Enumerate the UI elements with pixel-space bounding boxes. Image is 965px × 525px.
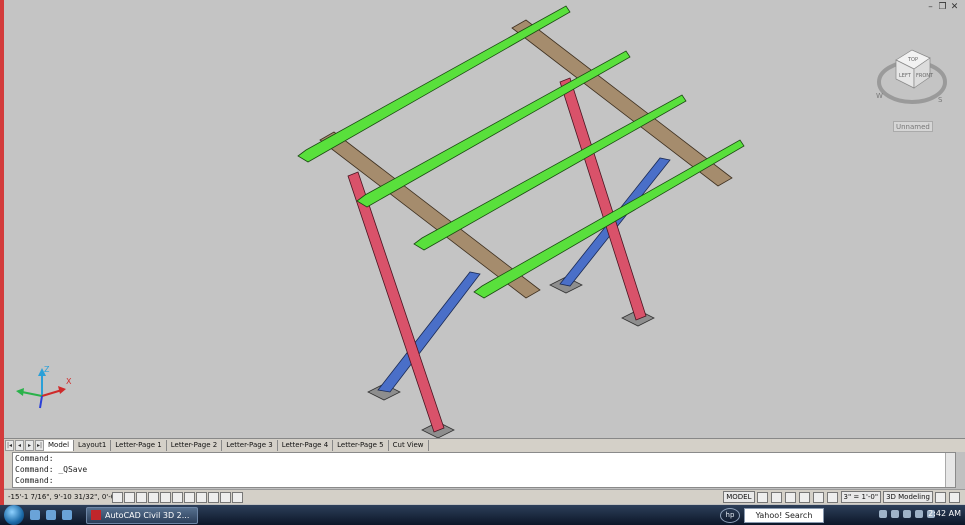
ucs-icon: Z X	[16, 366, 72, 409]
drawing-viewport[interactable]: – ❐ ✕	[4, 0, 965, 438]
hp-logo-icon: hp	[720, 508, 740, 523]
named-view-dropdown[interactable]: Unnamed	[893, 121, 933, 132]
viewcube-front-label: FRONT	[916, 73, 934, 79]
quick-view-drawings-icon[interactable]	[770, 491, 782, 503]
last-tab-icon[interactable]: ▸|	[35, 440, 44, 451]
tray-icon[interactable]	[903, 510, 911, 518]
snap-toggle-icon[interactable]	[112, 491, 123, 503]
tab-cut-view[interactable]: Cut View	[389, 440, 429, 451]
ucs-z-label: Z	[44, 366, 50, 374]
showmotion-icon[interactable]	[826, 491, 838, 503]
status-bar: -15'-1 7/16", 9'-10 31/32", 0'-0" MODEL …	[4, 489, 965, 504]
tray-icon[interactable]	[891, 510, 899, 518]
switch-windows-icon[interactable]	[46, 510, 56, 520]
lineweight-toggle-icon[interactable]	[220, 491, 231, 503]
command-window-grip[interactable]	[4, 452, 12, 488]
viewport-window-controls: – ❐ ✕	[926, 3, 959, 12]
tab-letter-page-2[interactable]: Letter-Page 2	[167, 440, 223, 451]
tab-letter-page-1[interactable]: Letter-Page 1	[111, 440, 167, 451]
green-rafter[interactable]	[297, 5, 571, 163]
dyn-toggle-icon[interactable]	[208, 491, 219, 503]
osnap-toggle-icon[interactable]	[160, 491, 171, 503]
qp-toggle-icon[interactable]	[232, 491, 243, 503]
tab-letter-page-3[interactable]: Letter-Page 3	[222, 440, 278, 451]
close-icon[interactable]: ✕	[950, 3, 959, 12]
viewcube-left-label: LEFT	[899, 73, 912, 79]
taskbar-autocad-label: AutoCAD Civil 3D 2...	[105, 510, 190, 520]
model-space-button[interactable]: MODEL	[723, 491, 755, 503]
status-bar-right: MODEL 3" = 1'-0" 3D Modeling	[723, 491, 961, 503]
command-history-line: Command:	[15, 454, 54, 463]
prev-tab-icon[interactable]: ◂	[15, 440, 24, 451]
workspace-dropdown[interactable]: 3D Modeling	[883, 491, 933, 503]
tab-letter-page-5[interactable]: Letter-Page 5	[333, 440, 389, 451]
autocad-window: – ❐ ✕ TOP LEFT FRONT W S Unnamed Z X |◂ …	[0, 0, 965, 525]
show-desktop-icon[interactable]	[30, 510, 40, 520]
quick-view-layouts-icon[interactable]	[756, 491, 768, 503]
viewcube[interactable]: TOP LEFT FRONT W S	[872, 42, 952, 112]
otrack-toggle-icon[interactable]	[184, 491, 195, 503]
compass-s-label: S	[938, 96, 943, 104]
tray-icon[interactable]	[879, 510, 887, 518]
ortho-toggle-icon[interactable]	[136, 491, 147, 503]
green-rafter[interactable]	[356, 50, 631, 208]
system-clock[interactable]: 2:42 AM	[928, 509, 961, 518]
autocad-icon	[91, 510, 101, 520]
ducs-toggle-icon[interactable]	[196, 491, 207, 503]
green-rafter[interactable]	[473, 139, 745, 299]
grid-toggle-icon[interactable]	[124, 491, 135, 503]
viewcube-top-label: TOP	[907, 57, 918, 63]
command-window[interactable]: Command: Command: _QSave Command:	[12, 452, 956, 488]
coordinate-readout[interactable]: -15'-1 7/16", 9'-10 31/32", 0'-0"	[4, 493, 118, 501]
3d-model[interactable]	[4, 0, 965, 438]
tab-layout1[interactable]: Layout1	[74, 440, 112, 451]
layout-tab-bar: |◂ ◂ ▸ ▸| Model Layout1 Letter-Page 1 Le…	[4, 438, 965, 452]
tab-model[interactable]: Model	[44, 440, 75, 451]
command-scrollbar[interactable]	[945, 453, 955, 487]
compass-w-label: W	[876, 92, 883, 100]
clean-screen-icon[interactable]	[949, 491, 960, 503]
pan-icon[interactable]	[784, 491, 796, 503]
next-tab-icon[interactable]: ▸	[25, 440, 34, 451]
lock-icon[interactable]	[935, 491, 946, 503]
windows-taskbar: AutoCAD Civil 3D 2... hp Yahoo! Search 2…	[0, 505, 965, 525]
first-tab-icon[interactable]: |◂	[5, 440, 14, 451]
minimize-icon[interactable]: –	[926, 3, 935, 12]
tab-letter-page-4[interactable]: Letter-Page 4	[278, 440, 334, 451]
green-rafter[interactable]	[413, 94, 687, 251]
yahoo-search-box[interactable]: Yahoo! Search	[744, 508, 824, 523]
restore-icon[interactable]: ❐	[938, 3, 947, 12]
command-prompt[interactable]: Command:	[13, 475, 955, 486]
ucs-x-label: X	[66, 377, 72, 386]
polar-toggle-icon[interactable]	[148, 491, 159, 503]
tray-icon[interactable]	[915, 510, 923, 518]
zoom-icon[interactable]	[798, 491, 810, 503]
taskbar-autocad-button[interactable]: AutoCAD Civil 3D 2...	[86, 506, 198, 524]
start-button-icon[interactable]	[4, 505, 24, 525]
ie-icon[interactable]	[62, 510, 72, 520]
3d-osnap-toggle-icon[interactable]	[172, 491, 183, 503]
annotation-scale-dropdown[interactable]: 3" = 1'-0"	[840, 491, 882, 503]
steeringwheel-icon[interactable]	[812, 491, 824, 503]
system-tray	[879, 510, 935, 518]
command-history-line: Command: _QSave	[15, 465, 88, 474]
